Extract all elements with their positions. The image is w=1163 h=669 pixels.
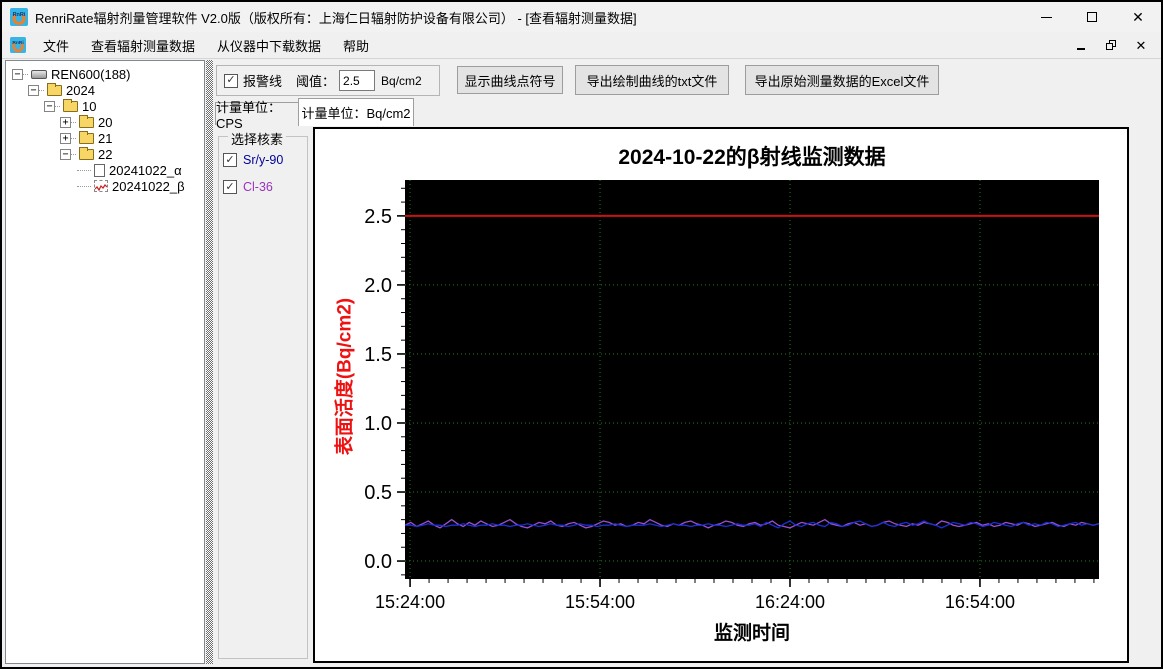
nuclide-label: Cl-36 (243, 180, 273, 194)
tree-item-21[interactable]: + 21 (6, 130, 204, 146)
alarm-line-checkbox[interactable]: ✓ (224, 73, 238, 88)
tree-item-20241022-alpha[interactable]: 20241022_α (6, 162, 204, 178)
child-close-button[interactable]: ✕ (1133, 37, 1149, 53)
folder-icon (63, 98, 78, 112)
svg-text:15:54:00: 15:54:00 (565, 592, 635, 612)
nuclide-checkbox-cl-36[interactable]: ✓ (223, 180, 237, 194)
tree-connector (71, 137, 76, 139)
tree-connector (71, 121, 76, 123)
monitoring-chart: 0.0 0.5 1.0 1.5 2.0 2.5 15:24:00 15:54:00 16:24:… (364, 180, 1100, 612)
folder-icon (47, 82, 62, 96)
check-icon: ✓ (225, 180, 235, 193)
app-logo-icon: RnRi (10, 8, 28, 26)
window-title: RenriRate辐射剂量管理软件 V2.0版（版权所有：上海仁日辐射防护设备有… (35, 10, 637, 26)
child-restore-icon (1106, 40, 1116, 50)
menu-item-file[interactable]: 文件 (32, 32, 80, 59)
menu-item-download[interactable]: 从仪器中下载数据 (206, 32, 332, 59)
tree-connector (77, 169, 91, 171)
tree-item-20[interactable]: + 20 (6, 114, 204, 130)
tree-item-ren600[interactable]: − REN600(188) (6, 66, 204, 82)
tree-connector (71, 153, 76, 155)
chart-file-icon (94, 180, 108, 192)
maximize-icon (1087, 12, 1097, 22)
menu-item-view-data[interactable]: 查看辐射测量数据 (80, 32, 206, 59)
threshold-input[interactable] (339, 70, 376, 91)
threshold-label: 阈值： (296, 74, 336, 89)
title-bar: RnRi RenriRate辐射剂量管理软件 V2.0版（版权所有：上海仁日辐射… (2, 2, 1161, 32)
tree-connector (23, 73, 28, 75)
close-button[interactable]: ✕ (1115, 2, 1161, 32)
minimize-button[interactable] (1023, 2, 1069, 32)
tree-expander-icon[interactable]: − (28, 84, 39, 96)
chart-panel: 0.0 0.5 1.0 1.5 2.0 2.5 15:24:00 15:54:00 16:24:… (313, 127, 1129, 663)
folder-icon (79, 130, 94, 144)
tree-connector (55, 105, 60, 107)
svg-text:1.0: 1.0 (364, 413, 392, 435)
chart-x-axis-label: 监测时间 (713, 623, 790, 644)
chart-title: 2024-10-22的β射线监测数据 (618, 146, 886, 169)
nuclide-row-cl-36: ✓ Cl-36 (223, 180, 273, 194)
check-icon: ✓ (225, 153, 235, 166)
alarm-line-group: ✓ 报警线 阈值： Bq/cm2 (216, 65, 440, 96)
export-txt-button[interactable]: 导出绘制曲线的txt文件 (575, 65, 729, 95)
tree-expander-icon[interactable]: − (60, 148, 71, 160)
svg-text:2.5: 2.5 (364, 206, 392, 228)
folder-icon (79, 114, 94, 128)
svg-text:2.0: 2.0 (364, 275, 392, 297)
nuclide-groupbox-title: 选择核素 (228, 129, 287, 148)
export-excel-button[interactable]: 导出原始测量数据的Excel文件 (745, 65, 939, 95)
tree-item-22[interactable]: − 22 (6, 146, 204, 162)
nuclide-groupbox (218, 136, 308, 659)
tab-unit-cps[interactable]: 计量单位：CPS (215, 100, 299, 131)
menu-bar: RnRi 文件 查看辐射测量数据 从仪器中下载数据 帮助 ✕ (2, 32, 1161, 59)
chart-y-axis-label: 表面活度(Bq/cm2) (334, 297, 356, 456)
svg-text:15:24:00: 15:24:00 (375, 592, 445, 612)
panel-splitter[interactable] (206, 60, 213, 664)
tree-expander-icon[interactable]: + (60, 132, 71, 144)
svg-text:16:24:00: 16:24:00 (755, 592, 825, 612)
check-icon: ✓ (226, 74, 236, 86)
threshold-unit-label: Bq/cm2 (381, 73, 422, 88)
document-icon (94, 163, 105, 177)
svg-text:0.5: 0.5 (364, 482, 392, 504)
folder-icon (79, 146, 94, 160)
svg-text:16:54:00: 16:54:00 (945, 592, 1015, 612)
tree-connector (77, 185, 91, 187)
nuclide-row-sr-y-90: ✓ Sr/y-90 (223, 153, 283, 167)
tab-unit-bqcm2[interactable]: 计量单位：Bq/cm2 (298, 98, 414, 126)
child-close-icon: ✕ (1135, 37, 1147, 53)
tree-connector (39, 89, 44, 91)
app-window: RnRi RenriRate辐射剂量管理软件 V2.0版（版权所有：上海仁日辐射… (0, 0, 1163, 669)
svg-text:RnRi: RnRi (12, 40, 24, 46)
device-tree-panel: − REN600(188) − 2024 − 10 + 20 + 21 − 22… (5, 60, 205, 664)
nuclide-checkbox-sr-y-90[interactable]: ✓ (223, 153, 237, 167)
svg-text:1.5: 1.5 (364, 344, 392, 366)
menu-item-help[interactable]: 帮助 (332, 32, 380, 59)
tree-expander-icon[interactable]: − (44, 100, 55, 112)
document-logo-icon: RnRi (10, 37, 26, 53)
maximize-button[interactable] (1069, 2, 1115, 32)
child-restore-button[interactable] (1103, 37, 1119, 53)
svg-text:0.0: 0.0 (364, 551, 392, 573)
tree-item-2024[interactable]: − 2024 (6, 82, 204, 98)
child-minimize-icon (1077, 48, 1085, 50)
show-curve-points-button[interactable]: 显示曲线点符号 (457, 66, 563, 94)
device-icon (31, 69, 47, 79)
tree-expander-icon[interactable]: − (12, 68, 23, 80)
alarm-line-label: 报警线 (243, 74, 283, 89)
close-icon: ✕ (1132, 9, 1144, 25)
minimize-icon (1040, 16, 1052, 18)
tree-item-20241022-beta[interactable]: 20241022_β (6, 178, 204, 194)
tree-expander-icon[interactable]: + (60, 116, 71, 128)
tree-item-10[interactable]: − 10 (6, 98, 204, 114)
child-minimize-button[interactable] (1073, 37, 1089, 53)
nuclide-label: Sr/y-90 (243, 153, 284, 167)
svg-text:RnRi: RnRi (13, 12, 26, 18)
